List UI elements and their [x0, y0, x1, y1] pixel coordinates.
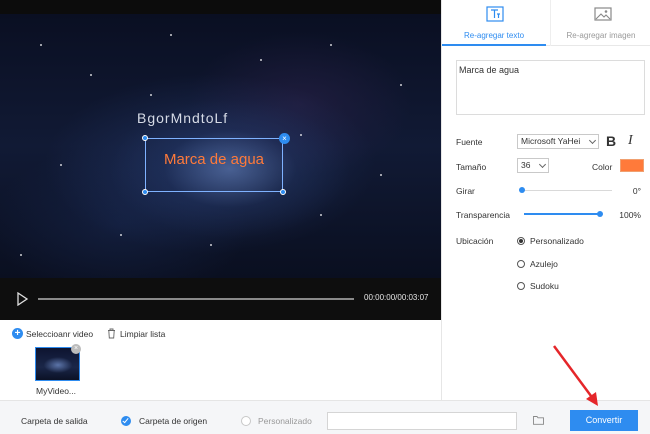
bold-button[interactable]: B	[606, 133, 616, 149]
size-label: Tamaño	[456, 162, 487, 172]
image-icon	[594, 7, 612, 21]
watermark-preview-text: Marca de agua	[163, 151, 265, 168]
rotate-slider[interactable]	[522, 190, 612, 191]
location-sudoku-label[interactable]: Sudoku	[530, 281, 559, 291]
transparency-value: 100%	[619, 210, 641, 220]
tab-add-text[interactable]: Re-agregar texto	[442, 0, 546, 46]
watermark-close-icon[interactable]: ×	[279, 133, 290, 144]
timecode: 00:00:00/00:03:07	[364, 293, 429, 302]
transparency-slider-knob[interactable]	[597, 211, 603, 217]
location-tile-label[interactable]: Azulejo	[530, 259, 558, 269]
footer-bar	[0, 400, 650, 434]
clear-list-button[interactable]: Limpiar lista	[120, 329, 165, 339]
transparency-slider-fill	[524, 213, 600, 215]
progress-bar[interactable]	[38, 298, 354, 300]
origin-folder-radio[interactable]	[121, 416, 131, 426]
location-custom-label[interactable]: Personalizado	[530, 236, 584, 246]
resize-handle-bottom-left[interactable]	[142, 189, 148, 195]
video-top-strip	[0, 0, 441, 14]
select-video-button[interactable]: Seleccioanr video	[26, 329, 93, 339]
chevron-down-icon	[538, 160, 547, 169]
rotate-label: Girar	[456, 186, 475, 196]
text-icon	[486, 6, 504, 22]
tab-bar: Re-agregar texto Re-agregar imagen	[442, 0, 650, 46]
color-label: Color	[592, 162, 613, 172]
tab-add-image-label: Re-agregar imagen	[566, 31, 636, 40]
video-title-text: BgorMndtoLf	[137, 110, 229, 126]
play-icon[interactable]	[15, 292, 29, 306]
location-tile-radio[interactable]	[517, 260, 525, 268]
video-frame: BgorMndtoLf Marca de agua ×	[0, 14, 441, 278]
custom-folder-label[interactable]: Personalizado	[258, 416, 312, 426]
size-select-value: 36	[521, 160, 531, 170]
trash-icon[interactable]	[107, 328, 116, 339]
color-swatch[interactable]	[620, 159, 644, 172]
transparency-label: Transparencia	[456, 210, 511, 220]
chevron-down-icon	[588, 136, 597, 145]
rotate-value: 0°	[632, 186, 641, 196]
font-label: Fuente	[456, 137, 483, 147]
add-icon[interactable]: +	[12, 328, 23, 339]
resize-handle-bottom-right[interactable]	[280, 189, 286, 195]
convert-button[interactable]: Convertir	[570, 410, 638, 431]
size-select[interactable]: 36	[517, 158, 549, 173]
tab-add-text-label: Re-agregar texto	[463, 31, 525, 40]
player-controls: 00:00:00/00:03:07	[0, 278, 441, 320]
remove-video-icon[interactable]: ×	[71, 344, 81, 354]
output-path-input[interactable]	[327, 412, 517, 430]
rotate-slider-knob[interactable]	[519, 187, 525, 193]
video-file-name: MyVideo...	[36, 386, 77, 396]
font-select-value: Microsoft YaHei	[521, 136, 581, 146]
origin-folder-label[interactable]: Carpeta de origen	[139, 416, 207, 426]
location-custom-radio[interactable]	[517, 237, 525, 245]
tab-add-image[interactable]: Re-agregar imagen	[551, 0, 650, 46]
font-select[interactable]: Microsoft YaHei	[517, 134, 599, 149]
output-folder-label: Carpeta de salida	[21, 416, 88, 426]
settings-panel: Re-agregar texto Re-agregar imagen	[441, 0, 650, 400]
location-sudoku-radio[interactable]	[517, 282, 525, 290]
watermark-text-input[interactable]	[456, 60, 645, 115]
folder-icon[interactable]	[533, 415, 544, 425]
watermark-box[interactable]: Marca de agua ×	[142, 133, 290, 195]
video-panel: BgorMndtoLf Marca de agua × 00:00:00/00:…	[0, 0, 441, 320]
resize-handle-top-left[interactable]	[142, 135, 148, 141]
custom-folder-radio[interactable]	[241, 416, 251, 426]
location-label: Ubicación	[456, 236, 494, 246]
italic-button[interactable]: I	[628, 133, 633, 149]
